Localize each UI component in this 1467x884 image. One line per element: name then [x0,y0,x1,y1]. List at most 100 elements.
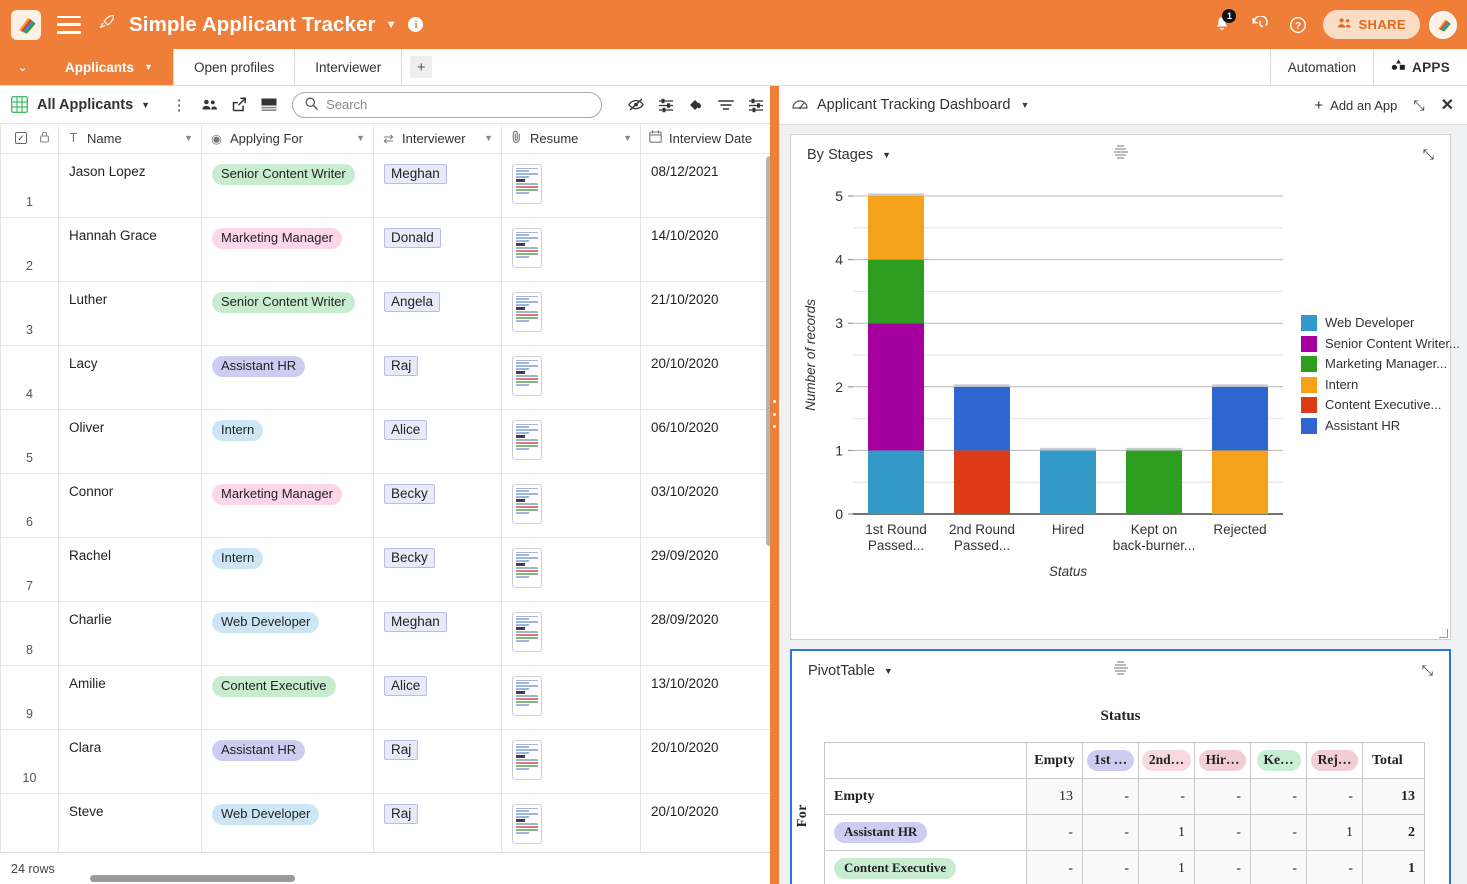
pivot-column-header[interactable]: Rej… [1307,743,1363,779]
grid-scroll-area[interactable]: ✓ T Name ▼ ◉ Applyi [0,124,779,884]
column-header-resume[interactable]: Resume ▼ [502,124,641,153]
legend-item[interactable]: Assistant HR [1301,417,1461,435]
close-dashboard-icon[interactable]: ✕ [1441,95,1454,115]
legend-item[interactable]: Intern [1301,376,1461,394]
cell-name[interactable]: Hannah Grace [59,217,202,281]
cell-interview-date[interactable]: 29/09/2020 [641,537,773,601]
help-icon[interactable]: ? [1279,6,1317,44]
cell-resume[interactable] [502,153,641,217]
resume-thumbnail[interactable] [512,228,542,268]
cell-resume[interactable] [502,345,641,409]
table-row[interactable]: 5 Oliver Intern Alice 06/10/2020 [1,409,773,473]
tab-interviewer[interactable]: Interviewer [295,49,402,85]
cell-applying-for[interactable]: Web Developer [202,793,374,857]
tab-applicants[interactable]: Applicants ▼ [45,49,174,85]
cell-interviewer[interactable]: Meghan [374,153,502,217]
chevron-down-icon[interactable]: ▼ [623,133,632,143]
pivot-row[interactable]: Content Executive--1---1 [825,851,1425,884]
table-row[interactable]: 10 Clara Assistant HR Raj 20/10/2020 [1,729,773,793]
table-row[interactable]: 4 Lacy Assistant HR Raj 20/10/2020 [1,345,773,409]
pivot-row[interactable]: Empty13-----13 [825,779,1425,815]
hide-fields-icon[interactable] [621,91,651,119]
form-icon[interactable] [254,91,284,119]
checkbox-icon[interactable]: ✓ [15,132,27,144]
pivot-column-header[interactable]: Total [1363,743,1425,779]
history-icon[interactable] [1241,6,1279,44]
cell-interview-date[interactable]: 21/10/2020 [641,281,773,345]
cell-applying-for[interactable]: Intern [202,409,374,473]
resume-thumbnail[interactable] [512,484,542,524]
chevron-down-icon[interactable]: ▼ [484,133,493,143]
resume-thumbnail[interactable] [512,420,542,460]
table-row[interactable]: 7 Rachel Intern Becky 29/09/2020 [1,537,773,601]
table-row[interactable]: 8 Charlie Web Developer Meghan 28/09/202… [1,601,773,665]
cell-applying-for[interactable]: Intern [202,537,374,601]
color-fill-icon[interactable] [681,91,711,119]
cell-resume[interactable] [502,281,641,345]
automation-button[interactable]: Automation [1270,49,1373,85]
pivot-column-header[interactable]: 1st … [1083,743,1139,779]
add-table-button[interactable]: + [410,56,432,78]
cell-name[interactable]: Amilie [59,665,202,729]
pivot-column-header[interactable]: 2nd… [1139,743,1195,779]
cell-interviewer[interactable]: Angela [374,281,502,345]
cell-applying-for[interactable]: Senior Content Writer [202,153,374,217]
cell-resume[interactable] [502,473,641,537]
column-header-interviewer[interactable]: ⇄ Interviewer ▼ [374,124,502,153]
collaborators-icon[interactable] [194,91,224,119]
cell-interview-date[interactable]: 03/10/2020 [641,473,773,537]
resume-thumbnail[interactable] [512,676,542,716]
resume-thumbnail[interactable] [512,292,542,332]
share-arrow-icon[interactable] [224,91,254,119]
pivot-column-header[interactable]: Ke… [1251,743,1307,779]
legend-item[interactable]: Content Executive... [1301,396,1461,414]
table-row[interactable]: Steve Web Developer Raj 20/10/2020 [1,793,773,857]
cell-interviewer[interactable]: Becky [374,473,502,537]
chevron-down-icon[interactable]: ▼ [144,62,153,72]
column-header-checkbox[interactable]: ✓ [1,124,59,153]
cell-interview-date[interactable]: 20/10/2020 [641,345,773,409]
column-header-name[interactable]: T Name ▼ [59,124,202,153]
chart-widget-caret-icon[interactable]: ▼ [882,150,891,160]
cell-interviewer[interactable]: Alice [374,665,502,729]
add-an-app-button[interactable]: + Add an App [1314,97,1397,114]
chart-resize-handle[interactable] [1439,629,1448,638]
cell-resume[interactable] [502,729,641,793]
cell-name[interactable]: Charlie [59,601,202,665]
cell-applying-for[interactable]: Marketing Manager [202,217,374,281]
cell-interviewer[interactable]: Alice [374,409,502,473]
view-dropdown-caret-icon[interactable]: ▼ [141,100,150,110]
cell-applying-for[interactable]: Content Executive [202,665,374,729]
cell-interviewer[interactable]: Meghan [374,601,502,665]
cell-applying-for[interactable]: Assistant HR [202,729,374,793]
pane-divider-grip[interactable] [772,400,778,428]
cell-interview-date[interactable]: 13/10/2020 [641,665,773,729]
table-row[interactable]: 9 Amilie Content Executive Alice 13/10/2… [1,665,773,729]
cell-name[interactable]: Connor [59,473,202,537]
dashboard-dropdown-caret-icon[interactable]: ▼ [1020,100,1029,110]
cell-resume[interactable] [502,665,641,729]
cell-interview-date[interactable]: 06/10/2020 [641,409,773,473]
resume-thumbnail[interactable] [512,164,542,204]
filter-settings-icon[interactable] [651,91,681,119]
table-row[interactable]: 1 Jason Lopez Senior Content Writer Megh… [1,153,773,217]
cell-interview-date[interactable]: 28/09/2020 [641,601,773,665]
view-more-icon[interactable]: ⋮ [164,91,194,119]
drag-handle-icon[interactable] [1114,145,1128,159]
view-name-label[interactable]: All Applicants [37,97,133,113]
tab-open-profiles[interactable]: Open profiles [174,49,295,85]
row-height-icon[interactable] [741,91,771,119]
expand-pivot-icon[interactable]: ⤡ [1422,662,1433,679]
chevron-down-icon[interactable]: ▼ [356,133,365,143]
share-button[interactable]: SHARE [1323,10,1420,39]
horizontal-scrollbar[interactable] [90,875,295,882]
cell-applying-for[interactable]: Marketing Manager [202,473,374,537]
cell-name[interactable]: Steve [59,793,202,857]
resume-thumbnail[interactable] [512,356,542,396]
cell-interviewer[interactable]: Becky [374,537,502,601]
column-header-interview-date[interactable]: Interview Date [641,124,773,153]
cell-applying-for[interactable]: Web Developer [202,601,374,665]
cell-applying-for[interactable]: Assistant HR [202,345,374,409]
pivot-row[interactable]: Assistant HR--1--12 [825,815,1425,851]
hamburger-menu-icon[interactable] [57,16,81,34]
